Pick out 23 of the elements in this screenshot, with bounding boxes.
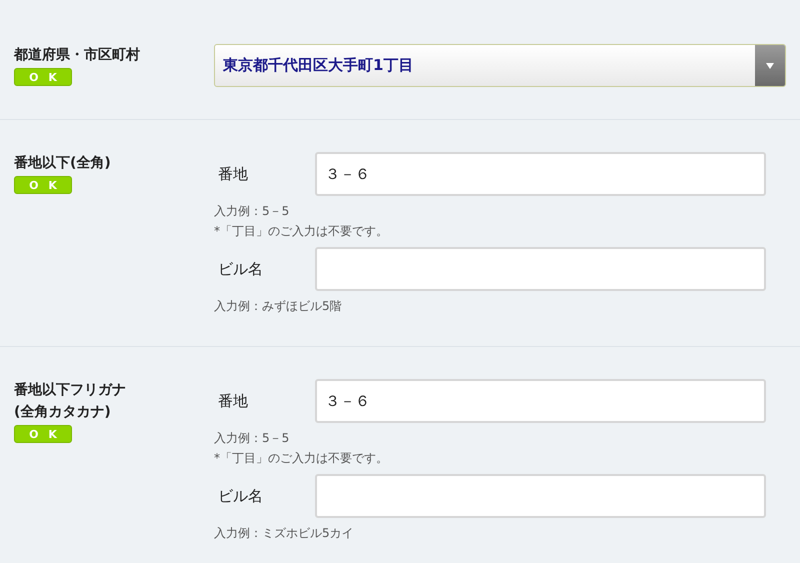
section-label: 番地以下フリガナ bbox=[14, 381, 126, 400]
ok-badge: OK bbox=[14, 68, 72, 86]
hint-text: 入力例：ミズホビル5カイ bbox=[214, 525, 355, 542]
hint-text: 入力例：5－5 bbox=[214, 430, 290, 447]
text-input-field[interactable]: ３－６ bbox=[315, 152, 766, 196]
hint-text: 入力例：5－5 bbox=[214, 203, 290, 220]
section-label: (全角カタカナ) bbox=[14, 403, 111, 422]
text-input-field[interactable]: ３－６ bbox=[315, 379, 766, 423]
field-label: ビル名 bbox=[217, 258, 264, 280]
hint-text: *「丁目」のご入力は不要です。 bbox=[214, 450, 389, 467]
text-input-field[interactable] bbox=[315, 247, 766, 291]
ok-badge: OK bbox=[14, 425, 72, 443]
address-select[interactable]: 東京都千代田区大手町1丁目 bbox=[214, 44, 786, 87]
field-label: 番地 bbox=[217, 164, 249, 185]
dropdown-caret-icon bbox=[766, 62, 774, 68]
section-label: 都道府県・市区町村 bbox=[14, 46, 140, 65]
ok-badge: OK bbox=[14, 176, 72, 194]
section-label: 番地以下(全角) bbox=[14, 154, 111, 173]
text-input-field[interactable] bbox=[315, 474, 766, 518]
field-label: ビル名 bbox=[217, 486, 264, 507]
field-label: 番地 bbox=[217, 390, 249, 412]
hint-text: 入力例：みずほビル5階 bbox=[214, 298, 343, 315]
hint-text: *「丁目」のご入力は不要です。 bbox=[214, 223, 389, 240]
